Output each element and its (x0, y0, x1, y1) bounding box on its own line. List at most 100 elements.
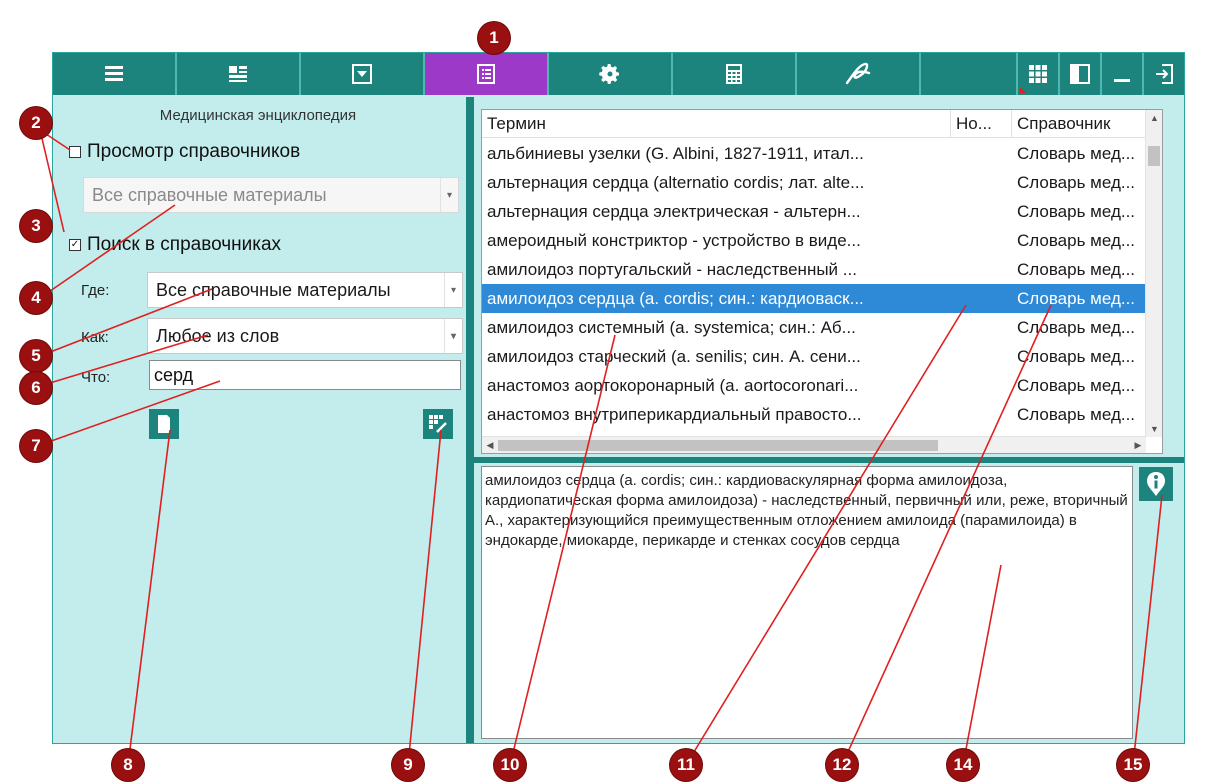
table-row[interactable]: альтернация сердца (alternatio cordis; л… (482, 168, 1146, 197)
scroll-up-icon[interactable]: ▲ (1146, 110, 1162, 126)
cell-reference: Словарь мед... (1017, 317, 1136, 337)
toolbar-button-document[interactable] (177, 53, 301, 95)
callout-1: 1 (478, 22, 510, 54)
toolbar-button-panel[interactable] (1058, 53, 1100, 95)
cell-number (951, 313, 1012, 342)
screenshot-frame: Медицинская энциклопедия Просмотр справо… (0, 0, 1211, 783)
vertical-scrollbar[interactable]: ▲ ▼ (1145, 110, 1162, 437)
callout-8: 8 (112, 749, 144, 781)
cell-reference: Словарь мед... (1017, 346, 1136, 366)
callout-11: 11 (670, 749, 702, 781)
toolbar-button-minimize[interactable] (1100, 53, 1142, 95)
app-window: Медицинская энциклопедия Просмотр справо… (52, 52, 1185, 744)
cell-term: амилоидоз старческий (a. senilis; син. А… (487, 346, 861, 366)
cell-term: амилоидоз системный (a. systemica; син.:… (487, 317, 856, 337)
toolbar-button-calculator[interactable] (673, 53, 797, 95)
horizontal-scrollbar[interactable]: ◀ ▶ (482, 436, 1146, 453)
search-label: Поиск в справочниках (87, 234, 282, 255)
cell-number (951, 197, 1012, 226)
toolbar-button-reference[interactable] (425, 53, 549, 95)
toolbar-button-dropdown[interactable] (301, 53, 425, 95)
info-button[interactable] (1139, 467, 1173, 501)
cell-number (951, 284, 1012, 313)
table-body: альбиниевы узелки (G. Albini, 1827-1911,… (482, 139, 1146, 429)
browse-toggle[interactable]: Просмотр справочников (69, 141, 300, 163)
table-header: Термин Но... Справочник (482, 110, 1146, 138)
list-lines-icon (105, 66, 123, 81)
what-label: Что: (81, 369, 111, 386)
callout-9: 9 (392, 749, 424, 781)
toolbar-button-signature[interactable] (797, 53, 921, 95)
grid-search-icon (429, 415, 447, 433)
column-header-term[interactable]: Термин (482, 110, 951, 138)
grid-icon (1029, 65, 1047, 83)
callout-14: 14 (947, 749, 979, 781)
search-checkbox[interactable]: ✓ (69, 239, 81, 251)
scroll-thumb[interactable] (1148, 146, 1160, 166)
search-toggle[interactable]: ✓ Поиск в справочниках (69, 234, 281, 256)
toolbar-button-list[interactable] (53, 53, 177, 95)
cell-number (951, 139, 1012, 168)
callout-2: 2 (20, 107, 52, 139)
table-row[interactable]: амилоидоз португальский - наследственный… (482, 255, 1146, 284)
exit-icon (1156, 64, 1173, 84)
table-row[interactable]: амероидный констриктор - устройство в ви… (482, 226, 1146, 255)
scroll-down-icon[interactable]: ▼ (1146, 421, 1162, 437)
scroll-right-icon[interactable]: ▶ (1130, 437, 1146, 453)
cell-number (951, 226, 1012, 255)
cell-number (951, 342, 1012, 371)
horizontal-splitter[interactable] (474, 457, 1184, 463)
cell-term: анастомоз внутриперикардиальный правосто… (487, 404, 862, 424)
terms-table[interactable]: Термин Но... Справочник альбиниевы узелк… (481, 109, 1163, 454)
new-document-button[interactable] (149, 409, 179, 439)
description-text: амилоидоз сердца (a. cordis; син.: карди… (481, 466, 1133, 739)
search-input[interactable]: серд (149, 360, 461, 390)
vertical-splitter[interactable] (466, 97, 474, 743)
cell-term: амероидный констриктор - устройство в ви… (487, 230, 861, 250)
table-row[interactable]: анастомоз аортокоронарный (a. aortocoron… (482, 371, 1146, 400)
where-select[interactable]: Все справочные материалы ▾ (147, 272, 463, 308)
scroll-left-icon[interactable]: ◀ (482, 437, 498, 453)
browse-combo[interactable]: Все справочные материалы ▾ (83, 177, 459, 213)
table-row[interactable]: амилоидоз сердца (a. cordis; син.: карди… (482, 284, 1146, 313)
toolbar-button-settings[interactable] (549, 53, 673, 95)
where-label: Где: (81, 282, 110, 299)
table-row[interactable]: амилоидоз старческий (a. senilis; син. А… (482, 342, 1146, 371)
document-layout-icon (229, 66, 247, 82)
hscroll-thumb[interactable] (498, 440, 938, 451)
callout-5: 5 (20, 340, 52, 372)
minimize-icon (1114, 79, 1130, 82)
chevron-down-icon: ▾ (444, 273, 462, 307)
cell-term: альбиниевы узелки (G. Albini, 1827-1911,… (487, 143, 864, 163)
cell-number (951, 400, 1012, 429)
callout-3: 3 (20, 210, 52, 242)
callout-4: 4 (20, 282, 52, 314)
table-row[interactable]: альтернация сердца электрическая - альте… (482, 197, 1146, 226)
cell-reference: Словарь мед... (1017, 375, 1136, 395)
dropdown-box-icon (352, 64, 372, 84)
cell-term: альтернация сердца электрическая - альте… (487, 201, 861, 221)
chevron-down-icon: ▾ (444, 319, 462, 353)
search-grid-button[interactable] (423, 409, 453, 439)
column-header-reference[interactable]: Справочник (1012, 110, 1146, 138)
toolbar-button-grid[interactable] (1016, 53, 1058, 95)
column-header-number[interactable]: Но... (951, 110, 1012, 138)
toolbar-button-exit[interactable] (1142, 53, 1184, 95)
cell-number (951, 168, 1012, 197)
where-select-value: Все справочные материалы (156, 279, 391, 300)
table-row[interactable]: анастомоз внутриперикардиальный правосто… (482, 400, 1146, 429)
callout-6: 6 (20, 372, 52, 404)
cell-reference: Словарь мед... (1017, 201, 1136, 221)
browse-label: Просмотр справочников (87, 141, 301, 162)
callout-7: 7 (20, 430, 52, 462)
red-corner-marker (1020, 87, 1026, 93)
reference-book-icon (477, 64, 495, 84)
browse-checkbox[interactable] (69, 146, 81, 158)
table-row[interactable]: амилоидоз системный (a. systemica; син.:… (482, 313, 1146, 342)
table-row[interactable]: альбиниевы узелки (G. Albini, 1827-1911,… (482, 139, 1146, 168)
how-select[interactable]: Любое из слов ▾ (147, 318, 463, 354)
callout-15: 15 (1117, 749, 1149, 781)
cell-reference: Словарь мед... (1017, 259, 1136, 279)
cell-number (951, 255, 1012, 284)
